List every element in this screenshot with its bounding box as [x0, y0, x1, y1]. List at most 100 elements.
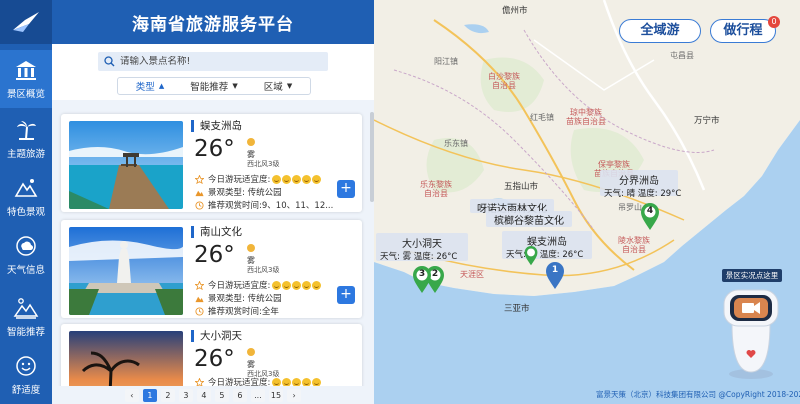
landscape-icon [195, 296, 204, 302]
pin-number: 4 [646, 206, 654, 216]
plus-icon: + [340, 180, 352, 196]
sun-icon [247, 348, 255, 356]
search-box[interactable] [98, 52, 328, 71]
star-icon [195, 174, 204, 184]
scenic-card[interactable]: 南山文化 26° 雾 西北风3级 今日游玩适宜度: 景观类型: 传统公园 推荐观… [61, 220, 362, 318]
temperature: 26° [194, 242, 235, 268]
filter-bar: 类型 ▲ 智能推荐 ▼ 区域 ▼ [117, 77, 311, 95]
scenic-name[interactable]: 南山文化 [191, 226, 242, 238]
scenic-card[interactable]: 大小洞天 26° 雾 西北风3级 今日游玩适宜度: [61, 324, 362, 386]
comfort-smiles [272, 280, 322, 290]
type-row: 景观类型: 传统公园 [195, 292, 282, 304]
map-label: 五指山市 [504, 182, 539, 192]
search-input[interactable] [120, 56, 320, 67]
nav-label: 天气信息 [6, 265, 45, 276]
type-label: 景观类型: [208, 188, 245, 198]
nav-item-smart-recommend[interactable]: 智能推荐 [0, 288, 52, 346]
scenic-photo [69, 121, 183, 209]
info-box-weather: 天气: 晴 温度: 29°C [604, 189, 682, 199]
clock-icon [195, 200, 204, 210]
nav-item-weather[interactable]: 天气信息 [0, 226, 52, 284]
time-label: 推荐观赏时间: [208, 307, 262, 317]
scenic-list[interactable]: 蜈支洲岛 26° 雾 西北风3级 今日游玩适宜度: 景观类型: 传统公园 推荐观… [52, 100, 374, 386]
time-row: 推荐观赏时间: 9、10、11、12... [195, 199, 333, 211]
time-row: 推荐观赏时间: 全年 [195, 305, 279, 317]
map-label: 乐东镇 [444, 139, 468, 148]
scenic-card[interactable]: 蜈支洲岛 26° 雾 西北风3级 今日游玩适宜度: 景观类型: 传统公园 推荐观… [61, 114, 362, 212]
next-page-button[interactable]: › [287, 388, 302, 402]
comfort-smiles [272, 377, 322, 386]
nav-label: 主题旅游 [6, 149, 45, 160]
map-pin-5[interactable] [523, 246, 543, 274]
add-to-trip-button[interactable]: + [337, 180, 355, 198]
prev-page-button[interactable]: ‹ [124, 388, 139, 402]
page-button[interactable]: 15 [268, 388, 284, 402]
live-view-label[interactable]: 景区实况点这里 [722, 269, 782, 282]
time-label: 推荐观赏时间: [208, 201, 262, 211]
page-title: 海南省旅游服务平台 [52, 0, 374, 44]
info-box-binglanggu[interactable]: 槟榔谷黎苗文化 [486, 211, 572, 227]
map-label: 乐东黎族 自治县 [420, 180, 452, 198]
pagination: ‹ 1 2 3 4 5 6 ... 15 › [52, 386, 374, 404]
map-label: 琼中黎族 苗族自治县 [566, 108, 606, 126]
page-button[interactable]: 4 [196, 388, 211, 402]
scenic-photo [69, 331, 183, 386]
map-label: 儋州市 [502, 6, 528, 16]
scenic-list-panel: 海南省旅游服务平台 类型 ▲ 智能推荐 ▼ 区域 ▼ [52, 0, 374, 404]
page-button[interactable]: 5 [214, 388, 229, 402]
map-label: 万宁市 [694, 116, 720, 126]
page-button[interactable]: 1 [142, 388, 157, 402]
filter-type[interactable]: 类型 ▲ [118, 79, 182, 93]
scenic-name[interactable]: 蜈支洲岛 [191, 120, 242, 132]
star-icon [195, 280, 204, 290]
page-button[interactable]: 3 [178, 388, 193, 402]
palm-tree-icon [17, 121, 36, 140]
nav-item-comfort[interactable]: 舒适度 [0, 346, 52, 404]
location-pin-icon [524, 246, 538, 266]
mountain-sun-icon [13, 298, 39, 319]
nav-item-overview[interactable]: 景区概览 [0, 50, 52, 108]
info-box-title: 槟榔谷黎苗文化 [494, 216, 564, 227]
star-icon [195, 377, 204, 386]
filter-region[interactable]: 区域 ▼ [246, 79, 310, 93]
filter-smart-recommend[interactable]: 智能推荐 ▼ [182, 79, 246, 93]
wind-text: 西北风3级 [247, 266, 280, 274]
search-icon [104, 56, 115, 67]
add-to-trip-button[interactable]: + [337, 286, 355, 304]
info-box-wuzhizhou[interactable]: 蜈支洲岛 天气: 雾 温度: 26°C [502, 231, 592, 260]
map-pin-3[interactable]: 3 [412, 266, 432, 294]
wind-text: 西北风3级 [247, 160, 280, 168]
nav-label: 特色景观 [6, 207, 45, 218]
info-box-daxiaodongtian[interactable]: 大小洞天 天气: 雾 温度: 26°C [376, 233, 468, 262]
map-label: 天涯区 [460, 270, 484, 279]
page-button[interactable]: 2 [160, 388, 175, 402]
caret-down-icon: ▼ [232, 82, 238, 90]
type-value: 传统公园 [247, 188, 282, 198]
temperature: 26° [194, 346, 235, 372]
map-pin-1[interactable]: 1 [545, 262, 565, 290]
nav-item-landscape[interactable]: 特色景观 [0, 168, 52, 226]
scenic-name[interactable]: 大小洞天 [191, 330, 242, 342]
robot-camera-icon[interactable] [718, 284, 784, 380]
logo-icon [13, 12, 39, 32]
time-value: 全年 [261, 307, 279, 317]
map-label: 陵水黎族 自治县 [618, 236, 650, 254]
all-region-tour-button[interactable]: 全域游 [619, 19, 701, 43]
info-box-fenjiezhou[interactable]: 分界洲岛 天气: 晴 温度: 29°C [600, 170, 682, 199]
comfort-icon [16, 356, 36, 376]
map-label: 白沙黎族 自治县 [488, 72, 520, 90]
map-label: 阳江镇 [434, 57, 458, 66]
app-logo[interactable] [0, 0, 52, 44]
weather-icon [16, 236, 36, 256]
plan-trip-button[interactable]: 做行程 [710, 19, 776, 43]
nav-item-theme-tour[interactable]: 主题旅游 [0, 110, 52, 168]
nav-label: 景区概览 [6, 89, 45, 100]
filter-area: 类型 ▲ 智能推荐 ▼ 区域 ▼ [52, 44, 374, 100]
comfort-row: 今日游玩适宜度: [195, 173, 322, 185]
landmark-icon [16, 61, 36, 80]
filter-label: 智能推荐 [190, 82, 229, 93]
page-button[interactable]: 6 [232, 388, 247, 402]
map-pin-4[interactable]: 4 [640, 203, 660, 231]
copyright-text: 富景天策（北京）科技集团有限公司 @CopyRight 2018-2022 [596, 390, 800, 399]
scenic-photo [69, 227, 183, 315]
